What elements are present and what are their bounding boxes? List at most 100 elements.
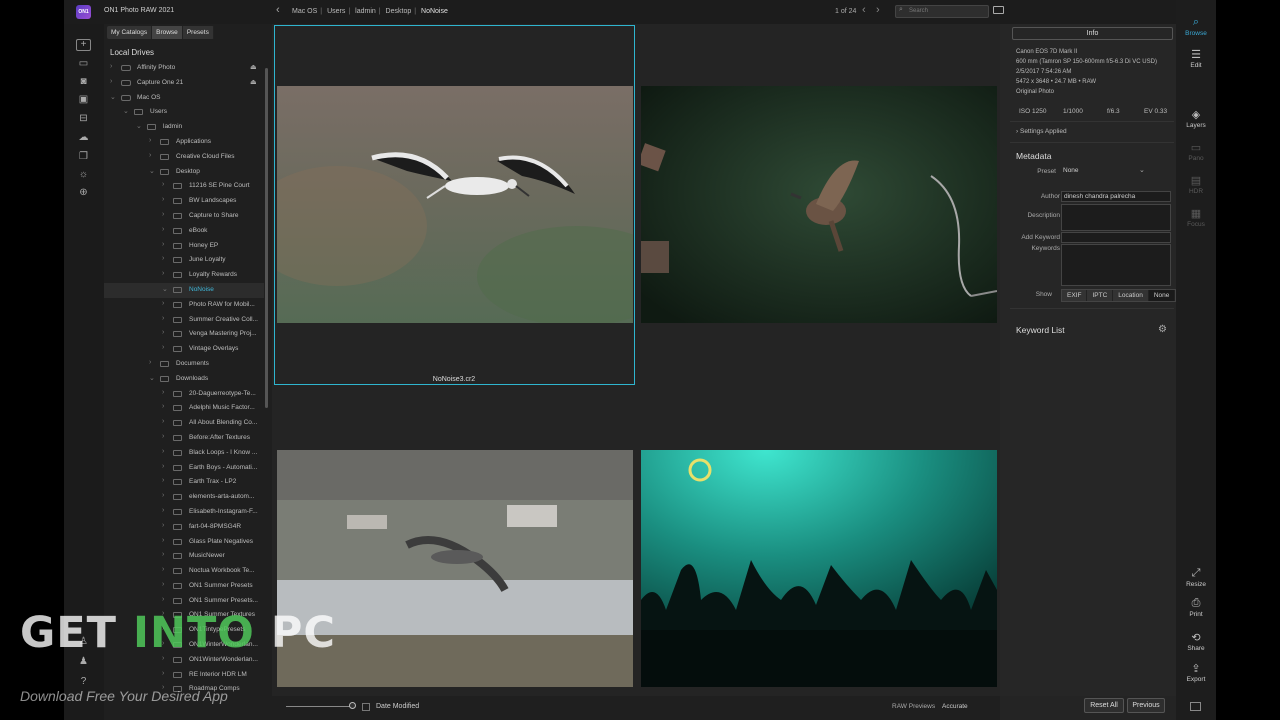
chevron-right-icon[interactable]: ›	[162, 211, 164, 218]
panel-toggle-icon[interactable]	[1190, 702, 1201, 711]
keywords-field[interactable]	[1061, 244, 1171, 286]
chevron-right-icon[interactable]: ›	[162, 389, 164, 396]
chevron-right-icon[interactable]: ›	[162, 241, 164, 248]
chevron-right-icon[interactable]: ›	[162, 433, 164, 440]
chevron-right-icon[interactable]: ›	[162, 522, 164, 529]
sidebar-item[interactable]: › All About Blending Co...	[104, 416, 264, 431]
sidebar-item[interactable]: › elements-arta-autom...	[104, 490, 264, 505]
sidebar-item[interactable]: › fart-04-8PMSG4R	[104, 520, 264, 535]
photo-thumbnail[interactable]	[277, 450, 633, 687]
folder-icon[interactable]	[993, 6, 1004, 14]
breadcrumb-item[interactable]: Desktop	[386, 8, 412, 15]
help-icon[interactable]: ?	[76, 676, 91, 688]
chevron-right-icon[interactable]: ›	[162, 670, 164, 677]
reset-all-button[interactable]: Reset All	[1084, 698, 1124, 713]
chevron-right-icon[interactable]: ›	[162, 344, 164, 351]
sidebar-item[interactable]: › Glass Plate Negatives	[104, 535, 264, 550]
sidebar-item[interactable]: ⌄ Downloads	[104, 372, 264, 387]
description-field[interactable]	[1061, 204, 1171, 231]
tab-presets[interactable]: Presets	[183, 26, 214, 39]
breadcrumb-item[interactable]: Users	[327, 8, 345, 15]
chevron-right-icon[interactable]: ›	[162, 596, 164, 603]
thumbnail-size-slider[interactable]	[286, 706, 352, 707]
sidebar-item[interactable]: ⌄ ladmin	[104, 120, 264, 135]
sidebar-item[interactable]: › Earth Boys - Automati...	[104, 461, 264, 476]
sidebar-item[interactable]: › Photo RAW for Mobil...	[104, 298, 264, 313]
chevron-right-icon[interactable]: ›	[162, 463, 164, 470]
module-export[interactable]: ⇪ Export	[1176, 662, 1216, 683]
crosshair-icon[interactable]: ⊕	[76, 187, 91, 199]
module-browse[interactable]: ⌕ Browse	[1176, 16, 1216, 37]
sidebar-scrollbar[interactable]	[265, 68, 268, 408]
sidebar-item[interactable]: › ON1WinterWonderlan...	[104, 638, 264, 653]
chevron-right-icon[interactable]: ›	[162, 610, 164, 617]
sidebar-item[interactable]: › Creative Cloud Files	[104, 150, 264, 165]
chevron-right-icon[interactable]: ›	[162, 492, 164, 499]
chevron-right-icon[interactable]: ›	[162, 181, 164, 188]
chevron-right-icon[interactable]: ›	[162, 655, 164, 662]
sidebar-item[interactable]: › eBook	[104, 224, 264, 239]
sidebar-item[interactable]: › ON1WinterWonderlan...	[104, 653, 264, 668]
tab-my-catalogs[interactable]: My Catalogs	[107, 26, 153, 39]
chevron-right-icon[interactable]: ›	[162, 418, 164, 425]
image-icon[interactable]: ▣	[76, 94, 91, 106]
sidebar-item[interactable]: › Noctua Workbook Te...	[104, 564, 264, 579]
chevron-right-icon[interactable]: ›	[162, 315, 164, 322]
photo-cell[interactable]	[636, 444, 1000, 696]
eject-icon[interactable]: ⏏	[250, 78, 257, 86]
chevron-right-icon[interactable]: ›	[162, 640, 164, 647]
previous-button[interactable]: Previous	[1127, 698, 1165, 713]
chevron-right-icon[interactable]: ›	[162, 566, 164, 573]
cloud-icon[interactable]: ☁	[76, 132, 91, 144]
sidebar-item[interactable]: › Roadmap Comps	[104, 682, 264, 697]
sidebar-item[interactable]: ⌄ NoNoise	[104, 282, 264, 298]
chevron-right-icon[interactable]: ›	[162, 537, 164, 544]
chevron-down-icon[interactable]: ⌄	[110, 93, 116, 101]
chevron-right-icon[interactable]: ›	[149, 137, 151, 144]
eject-icon[interactable]: ⏏	[250, 63, 257, 71]
show-exif-button[interactable]: EXIF	[1062, 290, 1088, 301]
chevron-right-icon[interactable]: ›	[149, 359, 151, 366]
sidebar-item[interactable]: › Venga Mastering Proj...	[104, 327, 264, 342]
breadcrumb-item[interactable]: Mac OS	[292, 8, 317, 15]
module-pano[interactable]: ▭ Pano	[1176, 141, 1216, 162]
show-none-button[interactable]: None	[1148, 290, 1176, 301]
sidebar-item[interactable]: › 11216 SE Pine Court	[104, 179, 264, 194]
chevron-right-icon[interactable]: ›	[162, 329, 164, 336]
module-print[interactable]: ⎙ Print	[1176, 597, 1216, 618]
sidebar-item[interactable]: › Capture to Share	[104, 209, 264, 224]
sidebar-item[interactable]: › ON1TintypePresets	[104, 623, 264, 638]
sidebar-item[interactable]: › Documents	[104, 357, 264, 372]
chevron-right-icon[interactable]: ›	[162, 507, 164, 514]
chevron-down-icon[interactable]: ⌄	[123, 107, 129, 115]
sidebar-item[interactable]: › BW Landscapes	[104, 194, 264, 209]
photo-cell[interactable]	[272, 444, 636, 696]
photo-thumbnail[interactable]	[641, 86, 997, 323]
module-focus[interactable]: ▦ Focus	[1176, 207, 1216, 228]
sidebar-item[interactable]: › Affinity Photo ⏏	[104, 61, 264, 76]
sidebar-item[interactable]: › Honey EP	[104, 239, 264, 254]
sidebar-item[interactable]: › Summer Creative Coll...	[104, 313, 264, 328]
raw-previews-dropdown[interactable]: Accurate	[942, 703, 968, 710]
module-resize[interactable]: ⤢ Resize	[1176, 567, 1216, 588]
chevron-right-icon[interactable]: ›	[162, 196, 164, 203]
chevron-right-icon[interactable]: ›	[162, 300, 164, 307]
gear-icon[interactable]: ⚙	[1158, 324, 1167, 335]
sidebar-item[interactable]: › Black Loops - I Know ...	[104, 446, 264, 461]
monitor-icon[interactable]: ▭	[76, 58, 91, 70]
chevron-down-icon[interactable]: ⌄	[149, 374, 155, 382]
person-icon[interactable]: ♙	[76, 636, 91, 648]
chevron-down-icon[interactable]: ⌄	[136, 122, 142, 130]
sidebar-item[interactable]: › ON1 Summer Textures	[104, 608, 264, 623]
chevron-down-icon[interactable]: ⌄	[162, 285, 168, 293]
sidebar-item[interactable]: › ON1 Summer Presets	[104, 579, 264, 594]
camera-icon[interactable]: ◙	[76, 76, 91, 88]
sidebar-item[interactable]: › Applications	[104, 135, 264, 150]
chevron-right-icon[interactable]: ›	[162, 551, 164, 558]
photo-cell[interactable]: NoNoise3.cr2	[272, 24, 636, 404]
info-tab[interactable]: Info	[1012, 27, 1173, 40]
chevron-right-icon[interactable]: ›	[149, 152, 151, 159]
person-icon[interactable]: ♟	[76, 656, 91, 668]
chevron-right-icon[interactable]: ›	[162, 581, 164, 588]
sidebar-item[interactable]: › Adelphi Music Factor...	[104, 401, 264, 416]
